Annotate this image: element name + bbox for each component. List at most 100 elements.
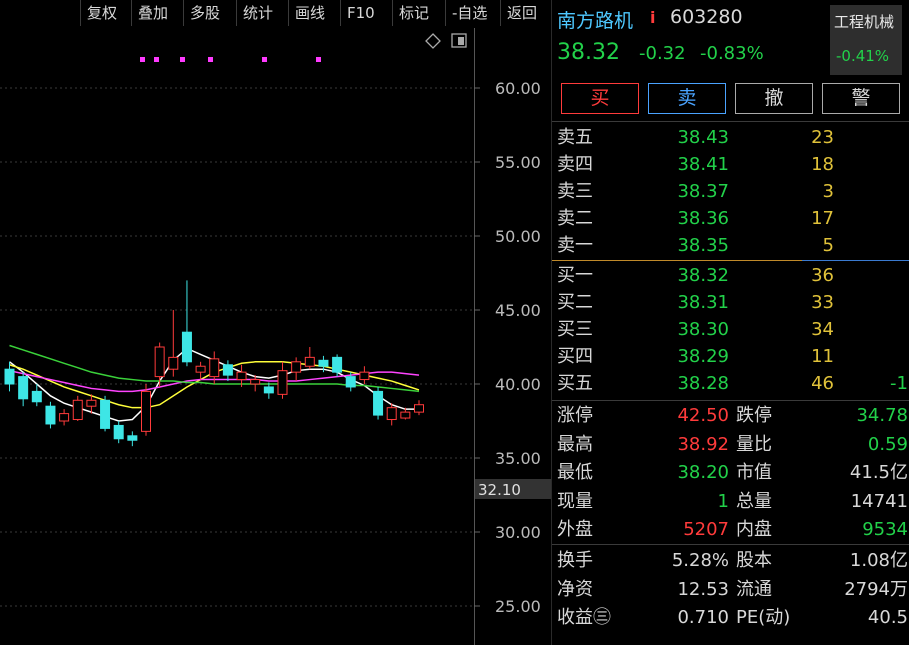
quote-label: 跌停 — [736, 405, 772, 426]
buy-button[interactable]: 买 — [561, 83, 639, 114]
y-axis-label: 35.00 — [495, 449, 541, 468]
quote-label: 总量 — [736, 490, 772, 512]
ask-row[interactable]: 卖三 38.37 3 — [552, 178, 909, 205]
bid-level-label: 买三 — [557, 319, 593, 340]
ask-volume: 17 — [811, 208, 834, 229]
quote-label: 外盘 — [557, 519, 593, 540]
cancel-order-button[interactable]: 撤 — [735, 83, 813, 114]
quote-row: 换手 5.28% 股本 1.08亿 — [552, 547, 909, 574]
ask-row[interactable]: 卖二 38.36 17 — [552, 205, 909, 232]
bid-row[interactable]: 买一 38.32 36 — [552, 262, 909, 289]
toolbar-button-statistics[interactable]: 统计 — [236, 0, 288, 26]
toolbar-button-multi-stock[interactable]: 多股 — [183, 0, 236, 26]
ask-volume: 23 — [811, 127, 834, 148]
candle-body — [59, 413, 70, 422]
bid-row[interactable]: 买二 38.31 33 — [552, 289, 909, 316]
quote-label: 股本 — [736, 550, 772, 571]
bid-price: 38.29 — [677, 346, 729, 367]
ask-row[interactable]: 卖一 38.35 5 — [552, 232, 909, 259]
candle-body — [263, 386, 274, 394]
candlestick — [127, 431, 138, 447]
bid-level-label: 买四 — [557, 346, 593, 367]
candle-body — [414, 404, 424, 413]
bid-price: 38.31 — [677, 292, 729, 313]
candlestick — [18, 372, 29, 407]
toolbar-button-remove-watchlist[interactable]: -自选 — [445, 0, 500, 26]
event-marker — [154, 57, 159, 62]
ask-price: 38.43 — [677, 127, 729, 148]
ask-level-label: 卖三 — [557, 181, 593, 202]
current-price: 38.32 — [557, 40, 620, 65]
kline-chart[interactable]: 60.00 55.00 50.00 45.00 40.00 35.00 30.00 25.00… — [0, 28, 551, 645]
quote-value: 5.28% — [671, 550, 729, 571]
window-toggle-icon-fill — [458, 37, 464, 45]
toolbar-button-restore-rights[interactable]: 复权 — [80, 0, 131, 26]
candle-body — [86, 399, 97, 407]
quote-row: 涨停 42.50 跌停 34.78 — [552, 402, 909, 429]
toolbar-button-back[interactable]: 返回 — [500, 0, 551, 26]
ask-price: 38.41 — [677, 154, 729, 175]
quote-label: 市值 — [736, 462, 772, 483]
toolbar-button-mark[interactable]: 标记 — [392, 0, 445, 26]
y-axis-label: 45.00 — [495, 301, 541, 320]
candle-body — [359, 371, 370, 381]
quote-label: PE(动) — [736, 607, 791, 628]
quote-value: 5207 — [683, 519, 729, 540]
ask-level-label: 卖五 — [557, 127, 593, 148]
bid-level-label: 买五 — [557, 373, 593, 394]
candlestick — [373, 386, 384, 420]
info-icon[interactable]: i — [650, 8, 655, 27]
ask-price: 38.37 — [677, 181, 729, 202]
event-marker — [262, 57, 267, 62]
candle-body — [31, 390, 42, 403]
candlestick — [386, 403, 397, 426]
candlestick — [59, 409, 70, 426]
ask-price: 38.35 — [677, 235, 729, 256]
candle-body — [318, 359, 329, 367]
cursor-price-label: 32.10 — [475, 479, 551, 499]
y-axis-label: 30.00 — [495, 523, 541, 542]
quote-label: 换手 — [557, 550, 593, 571]
ask-row[interactable]: 卖四 38.41 18 — [552, 151, 909, 178]
y-axis-label: 60.00 — [495, 79, 541, 98]
divider — [552, 400, 909, 401]
quote-value: 1 — [717, 490, 729, 512]
sell-button[interactable]: 卖 — [648, 83, 726, 114]
quote-row: 最高 38.92 量比 0.59 — [552, 431, 909, 458]
toolbar-button-f10[interactable]: F10 — [340, 0, 392, 26]
stock-name[interactable]: 南方路机 — [557, 6, 633, 33]
ask-row[interactable]: 卖五 38.43 23 — [552, 124, 909, 151]
candlestick — [72, 395, 83, 421]
quote-value: 41.5亿 — [849, 462, 908, 483]
candle-body — [373, 390, 384, 416]
quote-row: 外盘 5207 内盘 9534 — [552, 516, 909, 543]
bid-price: 38.28 — [677, 373, 729, 394]
candle-body — [100, 399, 111, 429]
bid-volume: 33 — [811, 292, 834, 313]
quote-value: 9534 — [862, 519, 908, 540]
bid-row[interactable]: 买五 38.28 46 -1 — [552, 370, 909, 397]
candlestick — [277, 361, 288, 399]
y-axis-label: 25.00 — [495, 597, 541, 616]
price-axis: 60.00 55.00 50.00 45.00 40.00 35.00 30.00 25.00 — [474, 28, 541, 645]
candle-body — [4, 368, 15, 385]
candle-body — [209, 358, 220, 378]
bid-volume-change: -1 — [890, 373, 908, 394]
ask-level-label: 卖二 — [557, 208, 593, 229]
toolbar-button-overlay[interactable]: 叠加 — [131, 0, 183, 26]
price-change: -0.32 — [639, 43, 686, 64]
candle-body — [168, 356, 179, 370]
sector-box[interactable]: 工程机械 -0.41% — [830, 5, 902, 75]
quote-label: 最低 — [557, 462, 593, 483]
bid-level-label: 买一 — [557, 265, 593, 286]
bid-row[interactable]: 买四 38.29 11 — [552, 343, 909, 370]
diamond-icon[interactable] — [425, 33, 441, 49]
bid-row[interactable]: 买三 38.30 34 — [552, 316, 909, 343]
quote-row: 收益㊂ 0.710 PE(动) 40.5 — [552, 604, 909, 631]
kline-chart-area[interactable]: 60.00 55.00 50.00 45.00 40.00 35.00 30.00 25.00… — [0, 28, 551, 645]
price-alert-button[interactable]: 警 — [822, 83, 900, 114]
ask-price: 38.36 — [677, 208, 729, 229]
candlestick — [181, 280, 192, 367]
toolbar-button-draw-line[interactable]: 画线 — [288, 0, 340, 26]
candle-body — [127, 435, 138, 441]
